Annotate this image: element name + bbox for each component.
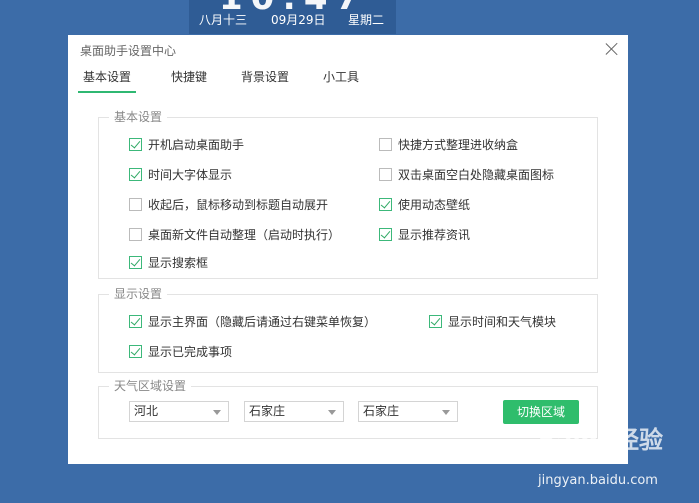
completed-items-checkbox[interactable] [129, 345, 142, 358]
dynamic-wallpaper-label: 使用动态壁纸 [398, 198, 471, 212]
weather-region-legend: 天气区域设置 [109, 379, 192, 393]
large-time-font-checkbox[interactable] [129, 168, 142, 181]
search-box-checkbox[interactable] [129, 256, 142, 269]
option-autostart[interactable]: 开机启动桌面助手 [129, 136, 244, 153]
completed-items-label: 显示已完成事项 [148, 345, 233, 359]
baidu-logo: Baidu经验 [538, 426, 663, 454]
auto-organize-checkbox[interactable] [129, 228, 142, 241]
dynamic-wallpaper-checkbox[interactable] [379, 198, 392, 211]
clock-date: 09月29日 [271, 13, 326, 27]
clock-weekday: 星期二 [348, 13, 385, 27]
show-main-ui-label: 显示主界面（隐藏后请通过右键菜单恢复） [148, 315, 377, 329]
option-show-recommended-news[interactable]: 显示推荐资讯 [379, 226, 470, 243]
option-show-search-box[interactable]: 显示搜索框 [129, 254, 208, 271]
weather-region-group: 天气区域设置 河北 石家庄 石家庄 切换区域 [98, 379, 598, 439]
double-click-hide-label: 双击桌面空白处隐藏桌面图标 [398, 168, 555, 182]
basic-settings-legend: 基本设置 [109, 110, 168, 124]
province-value: 河北 [134, 404, 159, 418]
desktop-clock-widget: 10:47 八月十三 09月29日 星期二 [189, 0, 396, 34]
tab-tools[interactable]: 小工具 [323, 67, 359, 91]
double-click-hide-checkbox[interactable] [379, 168, 392, 181]
hover-expand-label: 收起后，鼠标移动到标题自动展开 [148, 198, 329, 212]
option-show-completed[interactable]: 显示已完成事项 [129, 343, 232, 360]
settings-dialog: 桌面助手设置中心 基本设置 快捷键 背景设置 小工具 基本设置 开机启动桌面助手… [68, 35, 628, 464]
large-time-font-label: 时间大字体显示 [148, 168, 233, 182]
recommended-news-checkbox[interactable] [379, 228, 392, 241]
autostart-label: 开机启动桌面助手 [148, 138, 245, 152]
tab-background-settings[interactable]: 背景设置 [241, 67, 289, 91]
shortcut-organize-checkbox[interactable] [379, 138, 392, 151]
chevron-down-icon [442, 410, 450, 415]
option-show-main-ui[interactable]: 显示主界面（隐藏后请通过右键菜单恢复） [129, 313, 376, 330]
option-dynamic-wallpaper[interactable]: 使用动态壁纸 [379, 196, 470, 213]
chevron-down-icon [213, 410, 221, 415]
auto-organize-label: 桌面新文件自动整理（启动时执行） [148, 228, 341, 242]
province-select[interactable]: 河北 [129, 401, 229, 422]
option-auto-organize-new-files[interactable]: 桌面新文件自动整理（启动时执行） [129, 226, 340, 243]
watermark-url: jingyan.baidu.com [538, 473, 658, 488]
district-value: 石家庄 [363, 404, 400, 418]
close-icon[interactable] [604, 41, 620, 57]
chevron-down-icon [328, 410, 336, 415]
basic-settings-group: 基本设置 开机启动桌面助手 快捷方式整理进收纳盒 时间大字体显示 双击桌面空白处… [98, 110, 598, 279]
autostart-checkbox[interactable] [129, 138, 142, 151]
display-settings-group: 显示设置 显示主界面（隐藏后请通过右键菜单恢复） 显示时间和天气模块 显示已完成… [98, 287, 598, 373]
option-double-click-hide[interactable]: 双击桌面空白处隐藏桌面图标 [379, 166, 554, 183]
option-show-time-weather[interactable]: 显示时间和天气模块 [429, 313, 556, 330]
search-box-label: 显示搜索框 [148, 256, 209, 270]
show-main-ui-checkbox[interactable] [129, 315, 142, 328]
dialog-title: 桌面助手设置中心 [80, 44, 177, 58]
display-settings-legend: 显示设置 [109, 287, 168, 301]
option-hover-expand[interactable]: 收起后，鼠标移动到标题自动展开 [129, 196, 328, 213]
shortcut-organize-label: 快捷方式整理进收纳盒 [398, 138, 519, 152]
baidu-watermark: Baidu经验 jingyan.baidu.com [538, 420, 663, 488]
city-value: 石家庄 [249, 404, 286, 418]
hover-expand-checkbox[interactable] [129, 198, 142, 211]
clock-lunar-date: 八月十三 [199, 13, 248, 27]
recommended-news-label: 显示推荐资讯 [398, 228, 471, 242]
option-large-time-font[interactable]: 时间大字体显示 [129, 166, 232, 183]
tab-shortcuts[interactable]: 快捷键 [171, 67, 207, 91]
option-shortcut-organize[interactable]: 快捷方式整理进收纳盒 [379, 136, 518, 153]
time-weather-checkbox[interactable] [429, 315, 442, 328]
city-select[interactable]: 石家庄 [244, 401, 344, 422]
district-select[interactable]: 石家庄 [358, 401, 458, 422]
time-weather-label: 显示时间和天气模块 [448, 315, 557, 329]
tab-basic-settings[interactable]: 基本设置 [78, 67, 136, 93]
